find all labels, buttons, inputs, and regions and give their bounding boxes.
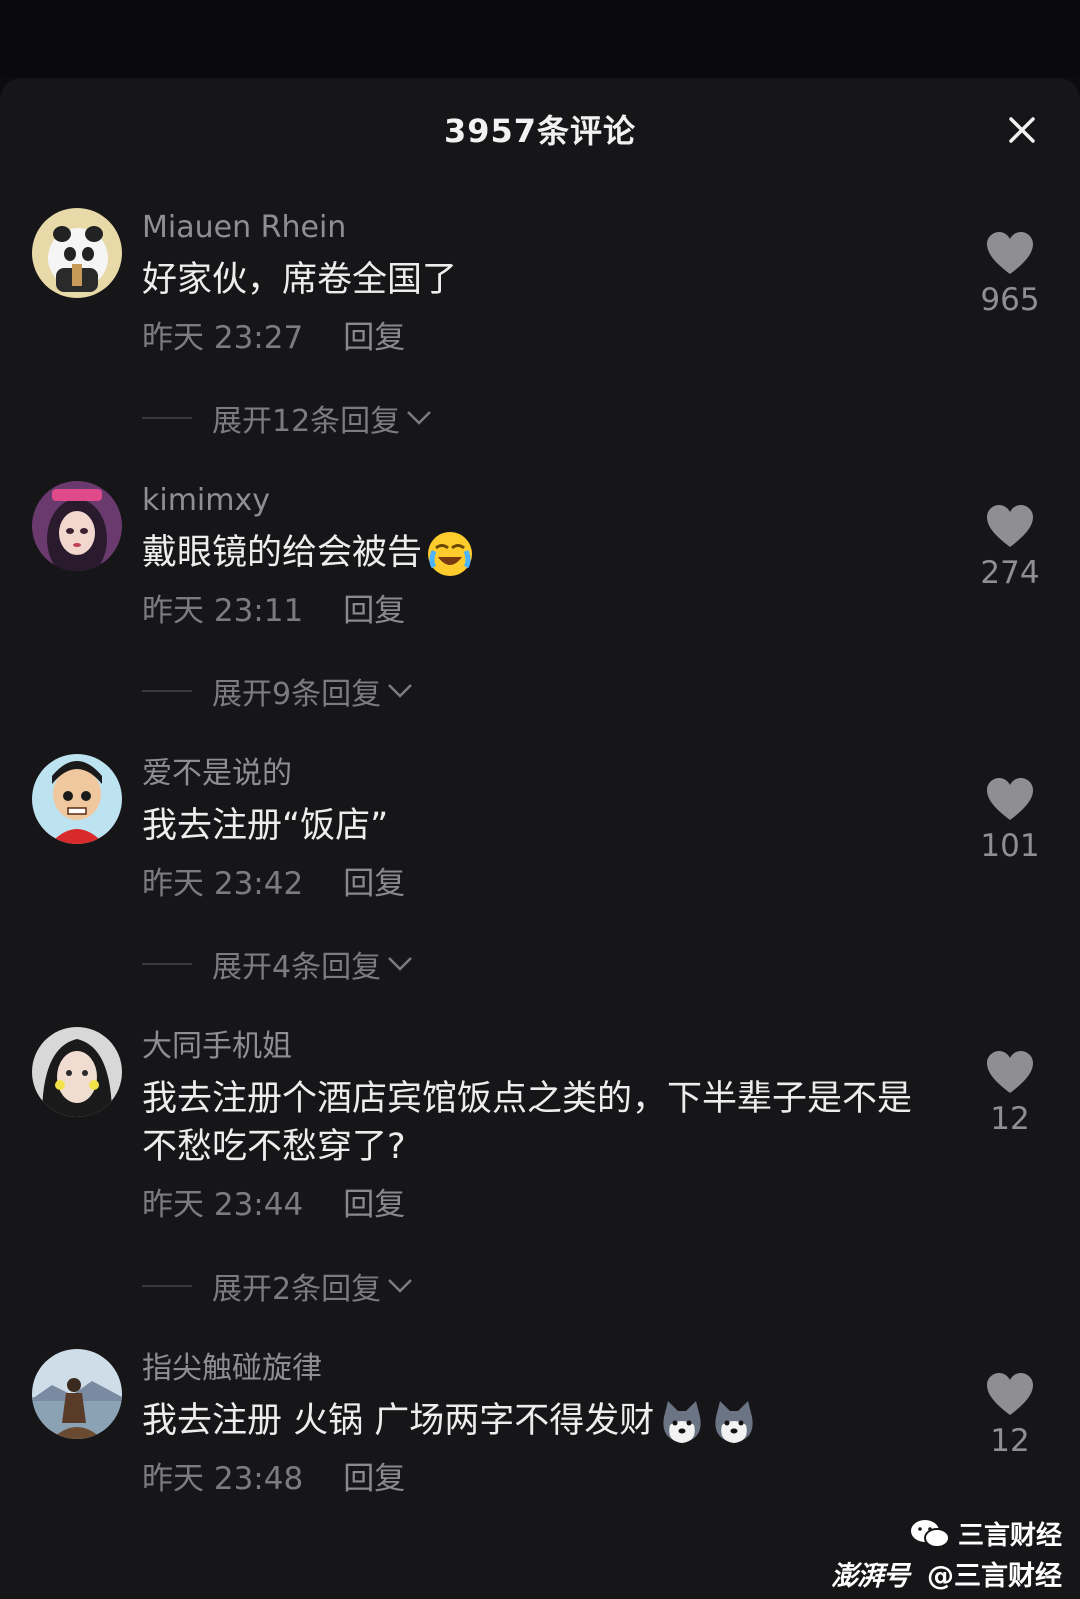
expand-replies-button[interactable]: 展开12条回复 (142, 396, 432, 440)
comment-time: 昨天 23:27 (142, 320, 304, 356)
like-button[interactable]: 965 (970, 232, 1050, 318)
comment-username[interactable]: 爱不是说的 (142, 754, 922, 794)
avatar[interactable] (32, 481, 122, 571)
husky-emoji-icon (715, 1401, 753, 1443)
reply-button[interactable]: 回复 (343, 1187, 405, 1223)
expand-replies-label: 展开9条回复 (212, 677, 382, 712)
comment-username[interactable]: Miauen Rhein (142, 208, 922, 248)
comment-text: 我去注册个酒店宾馆饭点之类的，下半辈子是不是不愁吃不愁穿了? (142, 1079, 913, 1167)
reply-button[interactable]: 回复 (343, 866, 405, 902)
comment-text: 我去注册“饭店” (142, 806, 389, 846)
avatar[interactable] (32, 754, 122, 844)
like-count: 12 (990, 1423, 1030, 1459)
like-count: 12 (990, 1101, 1030, 1137)
comment-text: 我去注册 火锅 广场两字不得发财 (142, 1401, 655, 1441)
heart-icon (987, 505, 1033, 547)
reply-button[interactable]: 回复 (343, 320, 405, 356)
expand-replies-button[interactable]: 展开9条回复 (142, 669, 413, 713)
divider (142, 690, 192, 692)
watermark-line2: 澎湃号 @三言财经 (831, 1554, 1062, 1593)
heart-icon (987, 778, 1033, 820)
comment-meta: 昨天 23:44 回复 (142, 1185, 922, 1225)
comment-username[interactable]: kimimxy (142, 481, 922, 521)
chevron-down-icon (388, 957, 412, 971)
like-count: 965 (980, 282, 1040, 318)
reply-button[interactable]: 回复 (343, 1461, 405, 1497)
chevron-down-icon (407, 411, 432, 425)
watermark-line1: 三言财经 (831, 1515, 1062, 1552)
comments-count-title: 3957条评论 (443, 112, 637, 150)
heart-icon (987, 1373, 1033, 1415)
comment-username[interactable]: 大同手机姐 (142, 1027, 922, 1067)
comments-header: 3957条评论 (0, 78, 1080, 174)
watermark-handle: @三言财经 (927, 1561, 1062, 1592)
watermark-account: 三言财经 (957, 1521, 1062, 1551)
wechat-icon (910, 1519, 950, 1548)
heart-icon (987, 232, 1033, 274)
comment-text: 好家伙，席卷全国了 (142, 260, 458, 300)
like-button[interactable]: 101 (970, 778, 1050, 864)
like-button[interactable]: 274 (970, 505, 1050, 591)
avatar[interactable] (32, 1027, 122, 1117)
expand-replies-label: 展开12条回复 (212, 404, 401, 439)
husky-emoji-icon (663, 1401, 701, 1443)
avatar[interactable] (32, 208, 122, 298)
status-area (0, 0, 1080, 78)
comment-text-row: 戴眼镜的给会被告 (142, 529, 922, 577)
expand-replies-button[interactable]: 展开4条回复 (142, 942, 413, 986)
divider (142, 417, 192, 419)
expand-replies-label: 展开4条回复 (212, 950, 382, 985)
close-button[interactable] (1002, 110, 1042, 150)
expand-replies-label: 展开2条回复 (212, 1272, 382, 1307)
divider (142, 1285, 192, 1287)
comment-time: 昨天 23:11 (142, 593, 304, 629)
comment-username[interactable]: 指尖触碰旋律 (142, 1349, 922, 1389)
heart-icon (987, 1051, 1033, 1093)
divider (142, 963, 192, 965)
like-button[interactable]: 12 (970, 1373, 1050, 1459)
comment-text: 戴眼镜的给会被告 (142, 533, 423, 573)
watermark: 三言财经 澎湃号 @三言财经 (831, 1515, 1062, 1593)
chevron-down-icon (388, 1279, 412, 1293)
comment-time: 昨天 23:44 (142, 1187, 304, 1223)
close-icon (1009, 117, 1035, 143)
comment-meta: 昨天 23:48 回复 (142, 1459, 922, 1499)
comment-time: 昨天 23:42 (142, 866, 304, 902)
like-count: 101 (980, 828, 1040, 864)
comment-text-row: 我去注册 火锅 广场两字不得发财 (142, 1397, 922, 1445)
comment-meta: 昨天 23:11 回复 (142, 591, 922, 631)
expand-replies-button[interactable]: 展开2条回复 (142, 1264, 413, 1308)
reply-button[interactable]: 回复 (343, 593, 405, 629)
like-count: 274 (980, 555, 1040, 591)
comment-meta: 昨天 23:42 回复 (142, 864, 922, 904)
chevron-down-icon (388, 684, 412, 698)
avatar[interactable] (32, 1349, 122, 1439)
like-button[interactable]: 12 (970, 1051, 1050, 1137)
comment-time: 昨天 23:48 (142, 1461, 304, 1497)
crying-laughing-emoji-icon (428, 532, 473, 576)
watermark-logo: 澎湃号 (831, 1561, 910, 1592)
comments-sheet: 3957条评论 Miauen Rhein 好家伙，席卷全国了 昨天 23:27 … (0, 78, 1080, 1599)
comment-meta: 昨天 23:27 回复 (142, 318, 922, 358)
